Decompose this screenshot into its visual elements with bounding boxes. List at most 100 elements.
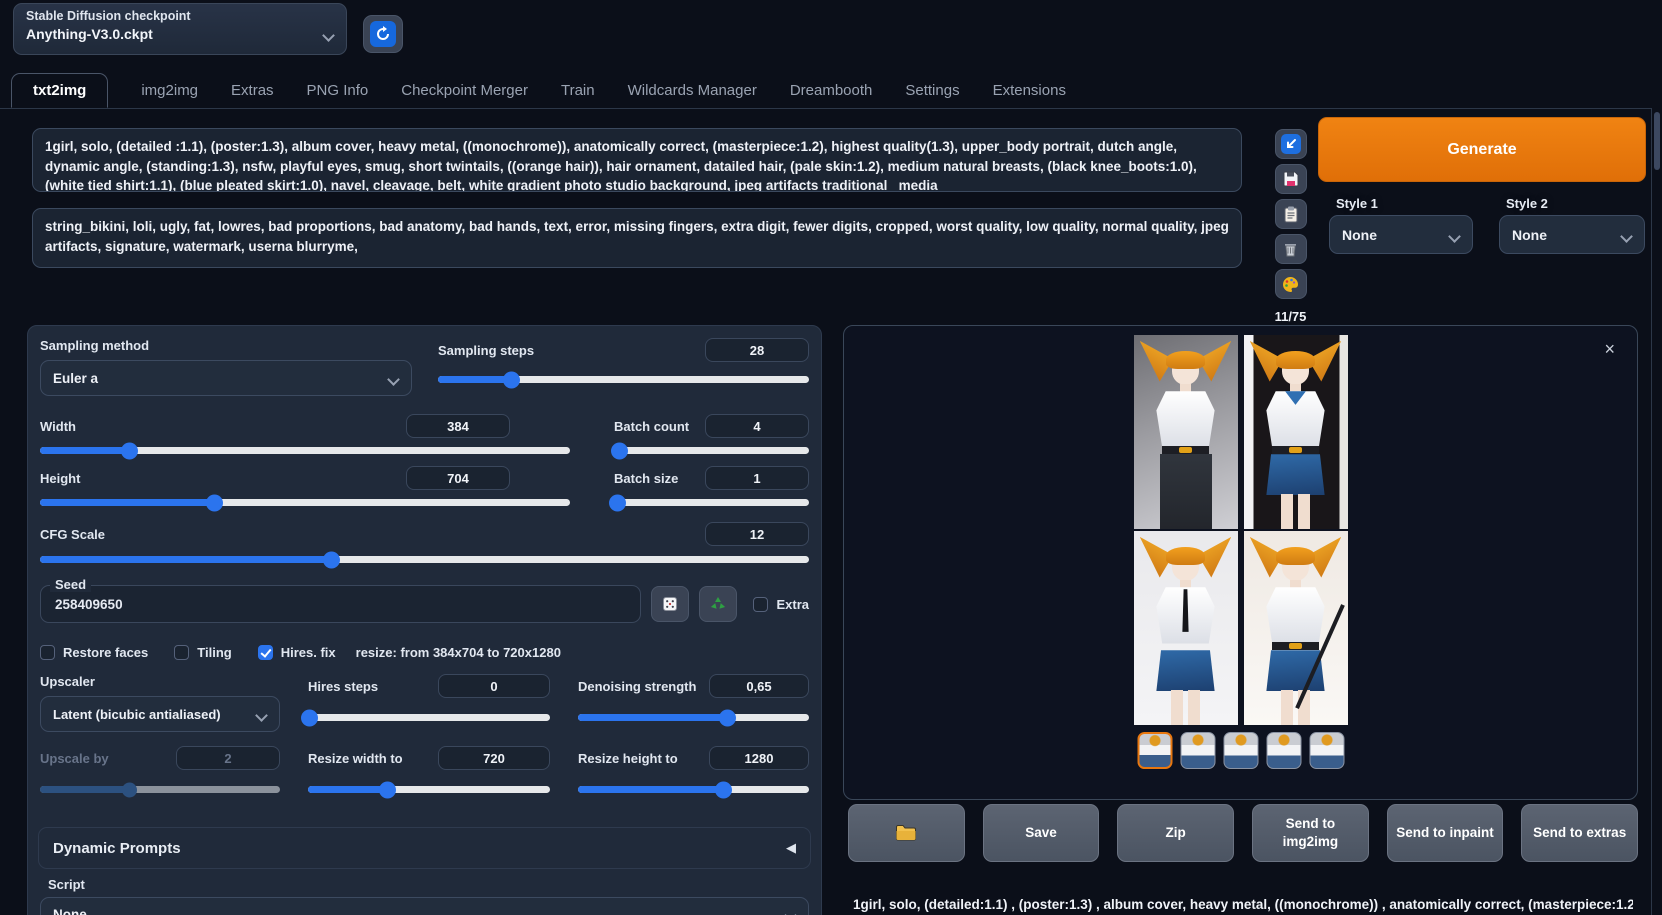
batch-count-input[interactable]: 4: [705, 414, 809, 438]
send-to-extras-button[interactable]: Send to extras: [1521, 804, 1639, 862]
tab-txt2img[interactable]: txt2img: [11, 73, 109, 108]
style2-dropdown[interactable]: None: [1499, 215, 1645, 254]
panel-right-border: [1651, 108, 1652, 915]
gallery-image-1[interactable]: [1133, 335, 1238, 529]
batch-count-label: Batch count: [614, 418, 690, 434]
gallery-grid: [1133, 335, 1348, 725]
chevron-down-icon: [389, 373, 399, 383]
tab-panel-border: [0, 108, 1652, 109]
resize-width-label: Resize width to: [308, 750, 403, 766]
chevron-down-icon: [1622, 230, 1632, 240]
zip-button[interactable]: Zip: [1117, 804, 1235, 862]
token-counter: 11/75: [1274, 309, 1307, 324]
height-input[interactable]: 704: [406, 466, 510, 490]
tab-checkpoint-merger[interactable]: Checkpoint Merger: [401, 82, 528, 99]
accordion-collapse-icon: ◀: [786, 840, 796, 855]
hires-fix-checkbox[interactable]: [257, 645, 273, 660]
gallery-thumbnails: [1137, 732, 1344, 769]
refresh-checkpoints-button[interactable]: [363, 15, 403, 53]
height-label: Height: [40, 470, 81, 486]
sampling-steps-slider[interactable]: [438, 376, 809, 383]
output-gallery: ×: [843, 325, 1638, 800]
scrollbar[interactable]: [1654, 112, 1660, 170]
resize-height-slider[interactable]: [578, 786, 809, 793]
generate-button[interactable]: Generate: [1318, 117, 1646, 182]
chevron-down-icon: [257, 709, 267, 719]
checkpoint-label: Stable Diffusion checkpoint: [26, 9, 191, 23]
tab-extras[interactable]: Extras: [231, 82, 274, 99]
resize-width-input[interactable]: 720: [438, 746, 550, 770]
tab-wildcards-manager[interactable]: Wildcards Manager: [628, 82, 757, 99]
width-input[interactable]: 384: [406, 414, 510, 438]
close-gallery-button[interactable]: ×: [1604, 340, 1615, 358]
hires-steps-input[interactable]: 0: [438, 674, 550, 698]
sampling-method-label: Sampling method: [40, 338, 150, 353]
chevron-down-icon: [786, 909, 796, 915]
dynamic-prompts-label: Dynamic Prompts: [53, 839, 181, 857]
sampling-steps-input[interactable]: 28: [705, 338, 809, 362]
floppy-disk-icon: [1283, 171, 1298, 187]
open-folder-button[interactable]: [848, 804, 965, 862]
batch-size-slider[interactable]: [614, 499, 809, 506]
tab-train[interactable]: Train: [561, 82, 595, 99]
tab-extensions[interactable]: Extensions: [993, 82, 1066, 99]
gallery-image-4[interactable]: [1243, 531, 1348, 725]
random-seed-button[interactable]: [651, 586, 690, 622]
apply-style-button[interactable]: [1274, 199, 1307, 229]
cfg-scale-input[interactable]: 12: [705, 522, 809, 546]
resize-width-slider[interactable]: [308, 786, 550, 793]
prompt-tools: 11/75: [1274, 129, 1307, 324]
hires-resize-info: resize: from 384x704 to 720x1280: [355, 645, 561, 660]
batch-size-input[interactable]: 1: [705, 466, 809, 490]
save-button[interactable]: Save: [982, 804, 1100, 862]
chevron-down-icon: [1450, 230, 1460, 240]
send-to-img2img-button[interactable]: Send to img2img: [1252, 804, 1369, 862]
height-slider[interactable]: [40, 499, 570, 506]
generation-info-text: 1girl, solo, (detailed:1.1) , (poster:1.…: [853, 897, 1633, 912]
thumbnail-3[interactable]: [1223, 732, 1258, 769]
upscaler-dropdown[interactable]: Latent (bicubic antialiased): [40, 696, 280, 732]
style2-label: Style 2: [1506, 196, 1548, 211]
cfg-scale-slider[interactable]: [40, 556, 809, 563]
tab-settings[interactable]: Settings: [905, 82, 959, 99]
extra-seed-checkbox[interactable]: [753, 596, 769, 612]
gallery-actions: Save Zip Send to img2img Send to inpaint…: [848, 804, 1639, 862]
restore-faces-checkbox[interactable]: [40, 645, 55, 660]
width-slider[interactable]: [40, 447, 570, 454]
resize-height-input[interactable]: 1280: [709, 746, 809, 770]
folder-icon: [896, 825, 917, 841]
paste-params-button[interactable]: [1274, 129, 1307, 159]
thumbnail-2[interactable]: [1180, 732, 1215, 769]
hires-steps-slider[interactable]: [308, 714, 550, 721]
thumbnail-4[interactable]: [1266, 732, 1301, 769]
denoising-strength-input[interactable]: 0,65: [709, 674, 809, 698]
recycle-icon: [711, 597, 726, 609]
checkpoint-value: Anything-V3.0.ckpt: [26, 26, 153, 42]
script-dropdown[interactable]: None: [40, 897, 809, 915]
tab-png-info[interactable]: PNG Info: [307, 82, 369, 99]
tiling-checkbox[interactable]: [174, 645, 190, 660]
seed-input[interactable]: 258409650: [40, 585, 642, 623]
batch-count-slider[interactable]: [614, 447, 809, 454]
dynamic-prompts-accordion[interactable]: Dynamic Prompts ◀: [38, 827, 811, 869]
sampling-method-dropdown[interactable]: Euler a: [40, 360, 412, 396]
styles-palette-button[interactable]: [1274, 269, 1307, 299]
tab-img2img[interactable]: img2img: [141, 82, 198, 99]
prompt-textarea[interactable]: 1girl, solo, (detailed :1.1), (poster:1.…: [32, 128, 1242, 192]
reuse-seed-button[interactable]: [699, 586, 738, 622]
tab-dreambooth[interactable]: Dreambooth: [790, 82, 873, 99]
style1-dropdown[interactable]: None: [1329, 215, 1473, 254]
denoising-strength-slider[interactable]: [578, 714, 809, 721]
thumbnail-5[interactable]: [1309, 732, 1344, 769]
gallery-image-3[interactable]: [1133, 531, 1238, 725]
checkpoint-selector[interactable]: Stable Diffusion checkpoint Anything-V3.…: [13, 3, 347, 55]
clear-prompt-button[interactable]: [1274, 234, 1307, 264]
sampling-steps-label: Sampling steps: [438, 342, 535, 358]
gallery-image-2[interactable]: [1243, 335, 1348, 529]
dice-icon: [663, 597, 678, 611]
palette-icon: [1283, 276, 1299, 292]
negative-prompt-textarea[interactable]: string_bikini, loli, ugly, fat, lowres, …: [32, 208, 1242, 268]
thumbnail-1[interactable]: [1137, 732, 1172, 769]
send-to-inpaint-button[interactable]: Send to inpaint: [1386, 804, 1504, 862]
save-style-button[interactable]: [1274, 164, 1307, 194]
